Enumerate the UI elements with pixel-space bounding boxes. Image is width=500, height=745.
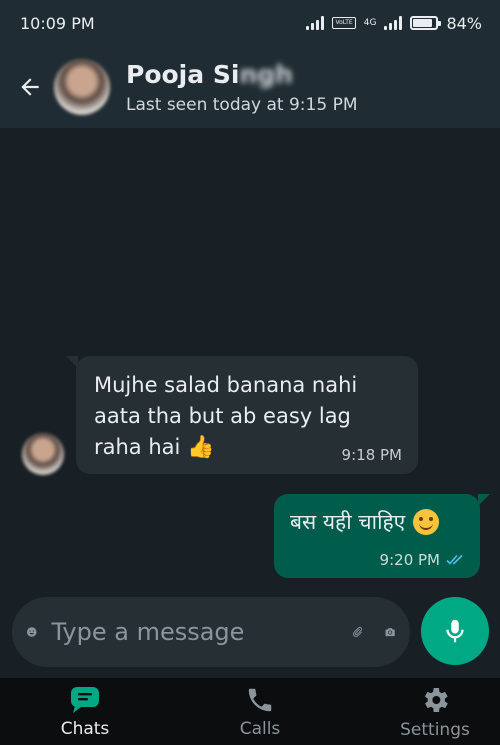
nav-label: Calls [239,718,281,739]
back-button[interactable] [0,46,60,128]
volte-icon: VoLTE [332,17,356,29]
chat-area[interactable]: Mujhe salad banana nahi aata tha but ab … [0,128,500,678]
message-body: Mujhe salad banana nahi aata tha but ab … [94,373,358,459]
status-icons: VoLTE 4G 84% [306,14,482,33]
last-seen-status: Last seen today at 9:15 PM [126,94,358,115]
contact-name-blurred: ngh [239,59,293,89]
battery-fill [413,19,432,27]
signal-icon-2 [384,16,403,30]
message-input-bar [12,597,410,667]
network-type-label: 4G [363,17,377,28]
nav-settings[interactable]: Settings [390,684,480,740]
chat-icon [71,686,99,713]
message-text: बस यही चाहिए [290,508,464,536]
nav-chats[interactable]: Chats [40,685,130,739]
message-body: बस यही चाहिए [290,510,406,534]
signal-icon [306,16,325,30]
emoji-icon[interactable] [26,617,37,647]
status-bar: 10:09 PM VoLTE 4G 84% [0,0,500,46]
message-input[interactable] [51,618,352,646]
contact-name: Pooja Singh [126,60,358,89]
sender-avatar[interactable] [22,433,64,475]
camera-icon[interactable] [384,616,396,648]
contact-info[interactable]: Pooja Singh Last seen today at 9:15 PM [126,60,358,115]
battery-icon [410,16,442,30]
paperclip-icon[interactable] [351,616,363,648]
message-time: 9:20 PM [379,551,440,569]
avatar[interactable] [54,59,110,115]
nav-calls[interactable]: Calls [215,685,305,739]
thumbs-up-icon: 👍 [187,435,215,460]
message-time: 9:18 PM [341,446,402,464]
contact-name-visible: Pooja Si [126,59,240,89]
double-check-icon [446,554,463,565]
phone-icon [248,688,272,711]
chat-header: Pooja Singh Last seen today at 9:15 PM [0,46,500,128]
message-meta: 9:20 PM [380,551,466,569]
gear-icon [424,687,448,712]
smiling-face-icon [413,509,440,535]
battery-percent: 84% [446,13,482,33]
incoming-message[interactable]: Mujhe salad banana nahi aata tha but ab … [66,356,418,474]
bottom-nav: Chats Calls Settings [0,678,500,745]
status-time: 10:09 PM [20,13,95,33]
arrow-left-icon [21,78,39,96]
outgoing-message[interactable]: बस यही चाहिए 9:20 PM [274,494,490,578]
network-type-icon: 4G [363,17,377,28]
nav-label: Settings [400,719,470,740]
microphone-icon [446,619,464,643]
mic-button[interactable] [421,597,489,665]
nav-label: Chats [60,718,110,739]
